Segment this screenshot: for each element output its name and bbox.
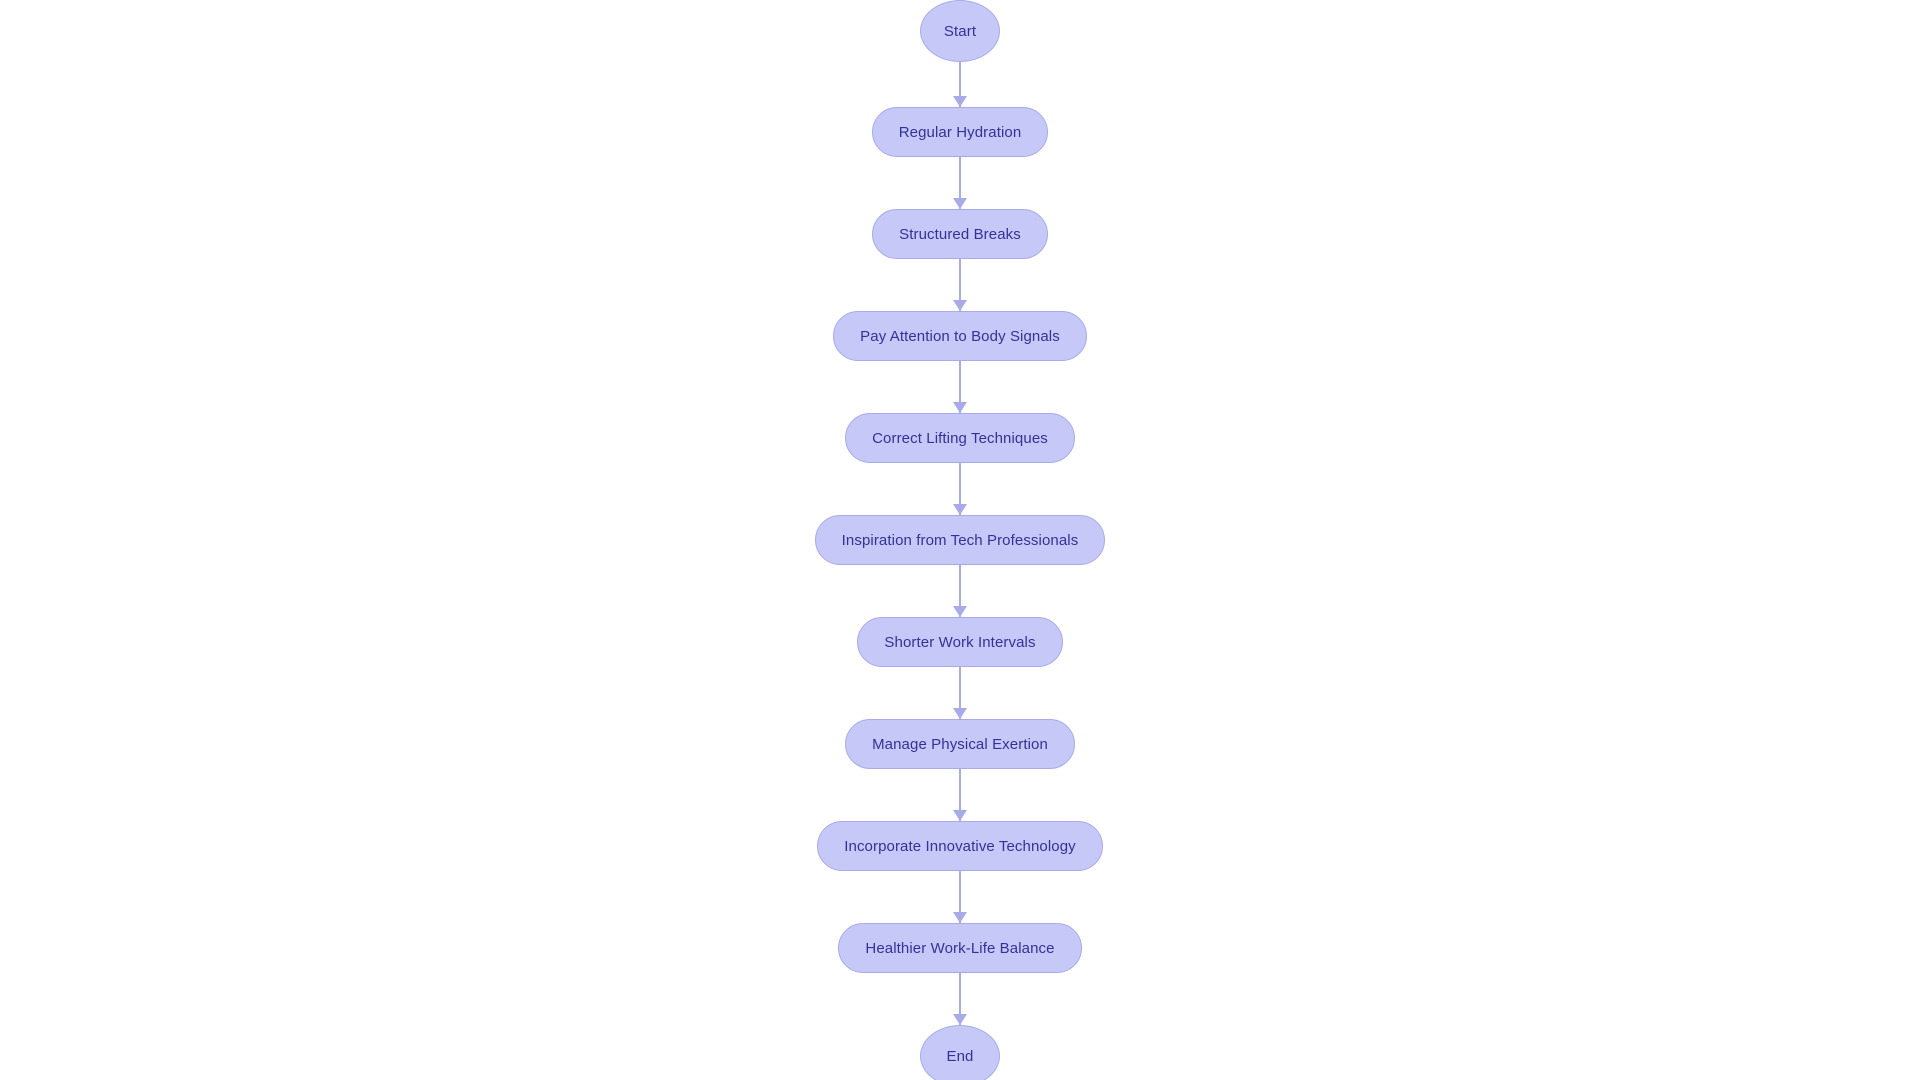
node-correct-lifting-techniques-label: Correct Lifting Techniques [872,429,1048,447]
node-start[interactable]: Start [920,0,1000,62]
arrow-head-icon [953,912,967,923]
edge-lifting-to-inspiration [953,463,967,515]
edge-exertion-to-technology [953,769,967,821]
node-manage-physical-exertion[interactable]: Manage Physical Exertion [845,719,1075,769]
node-structured-breaks[interactable]: Structured Breaks [872,209,1048,259]
edge-inspiration-to-intervals [953,565,967,617]
node-pay-attention-to-body-signals-label: Pay Attention to Body Signals [860,327,1060,345]
arrow-head-icon [953,606,967,617]
node-shorter-work-intervals[interactable]: Shorter Work Intervals [857,617,1063,667]
node-incorporate-innovative-technology[interactable]: Incorporate Innovative Technology [817,821,1103,871]
node-inspiration-from-tech-professionals-label: Inspiration from Tech Professionals [841,531,1079,549]
flowchart-canvas: Start Regular Hydration Structured Break… [0,0,1920,1080]
arrow-head-icon [953,198,967,209]
edge-breaks-to-body-signals [953,259,967,311]
node-start-label: Start [943,22,977,40]
node-end[interactable]: End [920,1025,1000,1080]
flowchart-node-column: Start Regular Hydration Structured Break… [0,0,1920,1080]
node-shorter-work-intervals-label: Shorter Work Intervals [884,633,1036,651]
node-end-label: End [946,1047,974,1065]
node-incorporate-innovative-technology-label: Incorporate Innovative Technology [844,837,1076,855]
node-structured-breaks-label: Structured Breaks [899,225,1021,243]
edge-intervals-to-exertion [953,667,967,719]
node-correct-lifting-techniques[interactable]: Correct Lifting Techniques [845,413,1075,463]
edge-technology-to-balance [953,871,967,923]
arrow-head-icon [953,402,967,413]
arrow-head-icon [953,504,967,515]
edge-hydration-to-breaks [953,157,967,209]
node-regular-hydration[interactable]: Regular Hydration [871,107,1049,157]
node-inspiration-from-tech-professionals[interactable]: Inspiration from Tech Professionals [814,515,1106,565]
node-healthier-work-life-balance-label: Healthier Work-Life Balance [865,939,1055,957]
arrow-head-icon [953,708,967,719]
edge-balance-to-end [953,973,967,1025]
node-pay-attention-to-body-signals[interactable]: Pay Attention to Body Signals [833,311,1087,361]
arrow-head-icon [953,810,967,821]
edge-start-to-hydration [953,62,967,107]
node-healthier-work-life-balance[interactable]: Healthier Work-Life Balance [838,923,1082,973]
arrow-head-icon [953,96,967,107]
arrow-head-icon [953,300,967,311]
node-regular-hydration-label: Regular Hydration [898,123,1022,141]
edge-body-signals-to-lifting [953,361,967,413]
arrow-head-icon [953,1014,967,1025]
node-manage-physical-exertion-label: Manage Physical Exertion [872,735,1048,753]
